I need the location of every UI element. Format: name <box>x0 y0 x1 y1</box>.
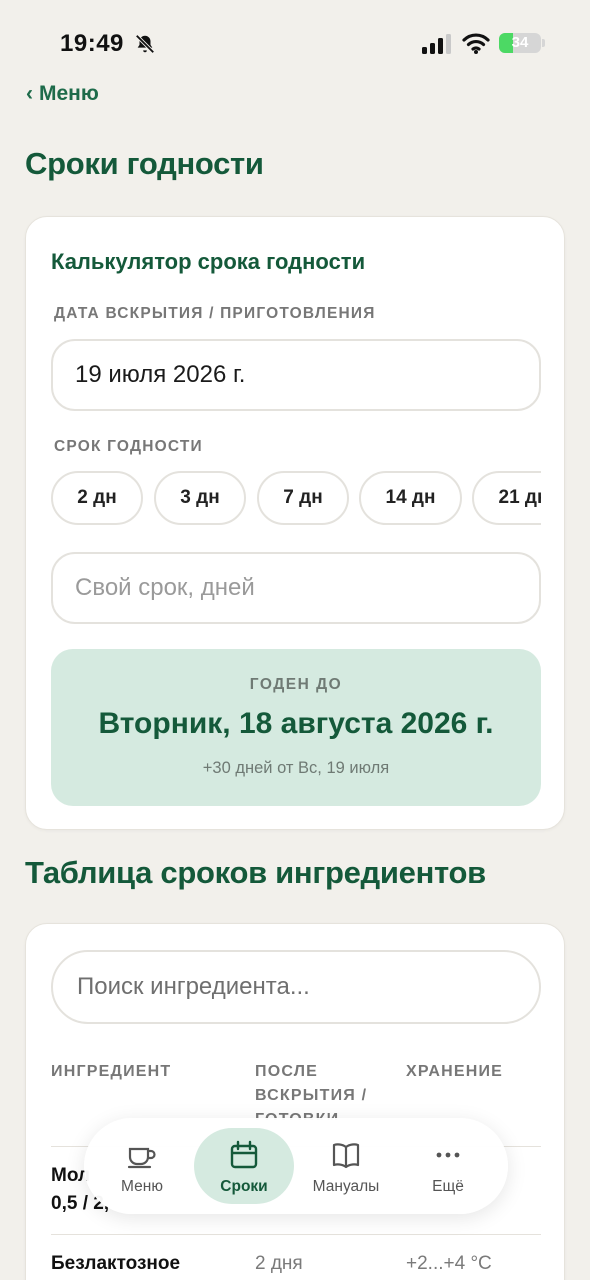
signal-icon <box>422 34 451 54</box>
result-subtitle: +30 дней от Вс, 19 июля <box>202 759 390 777</box>
tab-label: Ещё <box>432 1178 464 1195</box>
tab-expiry[interactable]: Сроки <box>194 1128 294 1204</box>
ingredient-search-input[interactable] <box>51 950 541 1024</box>
chip-21-days[interactable]: 21 дн <box>472 471 541 525</box>
cup-icon <box>127 1147 156 1169</box>
chip-2-days[interactable]: 2 дн <box>51 471 143 525</box>
chip-14-days[interactable]: 14 дн <box>359 471 462 525</box>
result-date: Вторник, 18 августа 2026 г. <box>98 707 494 740</box>
shelf-life-chips: 2 дн 3 дн 7 дн 14 дн 21 дн <box>51 471 541 525</box>
battery-percent: 34 <box>511 34 529 51</box>
header-after-opening: ПОСЛЕ ВСКРЫТИЯ / ГОТОВКИ <box>255 1063 368 1120</box>
status-bar: 19:49 34 <box>0 0 590 80</box>
header-ingredient: ИНГРЕДИЕНТ <box>51 1063 172 1080</box>
chevron-left-icon: ‹ <box>26 82 33 105</box>
row-divider <box>51 1234 541 1235</box>
ingredients-card: ИНГРЕДИЕНТ ПОСЛЕ ВСКРЫТИЯ / ГОТОВКИ ХРАН… <box>25 923 565 1280</box>
page-title: Сроки годности <box>25 146 264 181</box>
calculator-title: Калькулятор срока годности <box>51 249 366 274</box>
back-button[interactable]: ‹ Меню <box>26 82 99 106</box>
tab-menu[interactable]: Меню <box>92 1128 192 1204</box>
status-time: 19:49 <box>60 30 124 57</box>
date-field[interactable]: 19 июля 2026 г. <box>51 339 541 411</box>
wifi-icon <box>462 33 490 54</box>
bell-muted-icon <box>135 34 155 54</box>
tab-label: Сроки <box>220 1178 268 1195</box>
more-icon <box>436 1152 460 1158</box>
back-label: Меню <box>39 82 99 105</box>
tab-bar: Меню Сроки Мануалы Ещё <box>84 1118 508 1214</box>
tab-more[interactable]: Ещё <box>398 1128 498 1204</box>
shelf-life-label: СРОК ГОДНОСТИ <box>54 438 203 455</box>
chip-7-days[interactable]: 7 дн <box>257 471 349 525</box>
date-label: ДАТА ВСКРЫТИЯ / ПРИГОТОВЛЕНИЯ <box>54 305 376 322</box>
chip-3-days[interactable]: 3 дн <box>154 471 246 525</box>
calendar-icon <box>230 1140 258 1169</box>
row-2-storage: +2...+4 °C <box>406 1253 492 1274</box>
calculator-card: Калькулятор срока годности ДАТА ВСКРЫТИЯ… <box>25 216 565 830</box>
section-title: Таблица сроков ингредиентов <box>25 855 486 890</box>
book-icon <box>332 1143 360 1169</box>
result-label: ГОДЕН ДО <box>249 676 343 693</box>
result-box: ГОДЕН ДО Вторник, 18 августа 2026 г. +30… <box>51 649 541 806</box>
tab-label: Меню <box>121 1178 163 1195</box>
battery-icon: 34 <box>499 33 541 53</box>
tab-manuals[interactable]: Мануалы <box>296 1128 396 1204</box>
tab-label: Мануалы <box>312 1178 380 1195</box>
battery-tip <box>542 39 545 47</box>
row-2-after: 2 дня <box>255 1253 303 1274</box>
row-2-name: Безлактозное <box>51 1253 181 1274</box>
header-storage: ХРАНЕНИЕ <box>406 1063 504 1080</box>
custom-days-input[interactable] <box>51 552 541 624</box>
